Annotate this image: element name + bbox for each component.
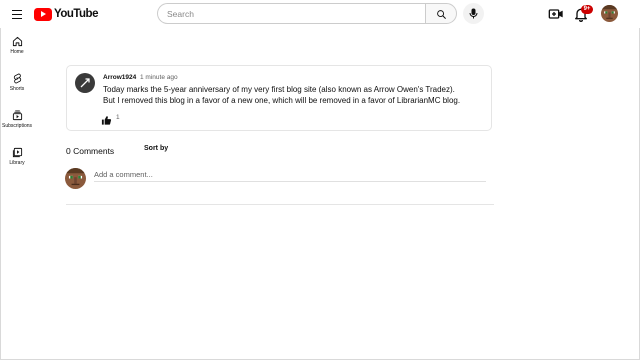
account-avatar[interactable] bbox=[601, 5, 618, 22]
play-logo-icon bbox=[34, 7, 52, 21]
search-button[interactable] bbox=[425, 3, 457, 24]
sidebar-item-home[interactable]: Home bbox=[0, 28, 34, 62]
sidebar-item-subscriptions[interactable]: Subscriptions bbox=[0, 102, 34, 136]
search-icon bbox=[437, 10, 446, 19]
post-text-line: But I removed this blog in a favor of a … bbox=[103, 96, 461, 105]
add-comment-input[interactable] bbox=[94, 167, 486, 182]
sidebar: Home Shorts Subscriptions Library bbox=[0, 28, 34, 360]
library-icon bbox=[12, 147, 22, 158]
menu-button[interactable] bbox=[9, 6, 25, 22]
sidebar-item-label: Library bbox=[9, 160, 25, 166]
post-text-line: Today marks the 5-year anniversary of my… bbox=[103, 85, 455, 94]
sidebar-item-label: Home bbox=[10, 49, 24, 55]
divider bbox=[66, 204, 494, 205]
youtube-logo[interactable]: YouTube bbox=[34, 7, 98, 21]
notification-badge: 9+ bbox=[581, 5, 593, 14]
sidebar-item-label: Shorts bbox=[9, 86, 25, 92]
sort-by-button[interactable]: Sort by bbox=[144, 145, 168, 152]
subscriptions-icon bbox=[12, 110, 22, 121]
sidebar-item-library[interactable]: Library bbox=[0, 139, 34, 173]
arrow-icon bbox=[80, 78, 90, 88]
hamburger-icon bbox=[12, 10, 22, 12]
post-author[interactable]: Arrow1924 bbox=[103, 74, 136, 81]
search-input[interactable] bbox=[157, 3, 425, 24]
like-button[interactable] bbox=[101, 113, 113, 125]
villager-avatar-icon bbox=[65, 168, 86, 189]
search-bar bbox=[157, 3, 457, 24]
post-time[interactable]: 1 minute ago bbox=[140, 74, 178, 81]
video-camera-plus-icon bbox=[548, 9, 563, 19]
user-avatar bbox=[65, 168, 86, 189]
villager-avatar-icon bbox=[601, 5, 618, 22]
top-bar: YouTube 9+ bbox=[0, 0, 640, 28]
voice-search-button[interactable] bbox=[463, 3, 484, 24]
home-icon bbox=[12, 36, 22, 47]
author-avatar[interactable] bbox=[75, 73, 95, 93]
comments-count: 0 Comments bbox=[66, 146, 115, 156]
post-card: Arrow1924 1 minute ago Today marks the 5… bbox=[66, 65, 492, 131]
microphone-icon bbox=[469, 8, 478, 19]
thumbs-up-icon bbox=[101, 116, 112, 125]
sidebar-item-label: Subscriptions bbox=[1, 123, 32, 129]
shorts-icon bbox=[13, 73, 21, 84]
like-count: 1 bbox=[116, 114, 120, 121]
logo-text: YouTube bbox=[54, 8, 98, 20]
create-button[interactable] bbox=[548, 6, 564, 22]
sidebar-item-shorts[interactable]: Shorts bbox=[0, 65, 34, 99]
